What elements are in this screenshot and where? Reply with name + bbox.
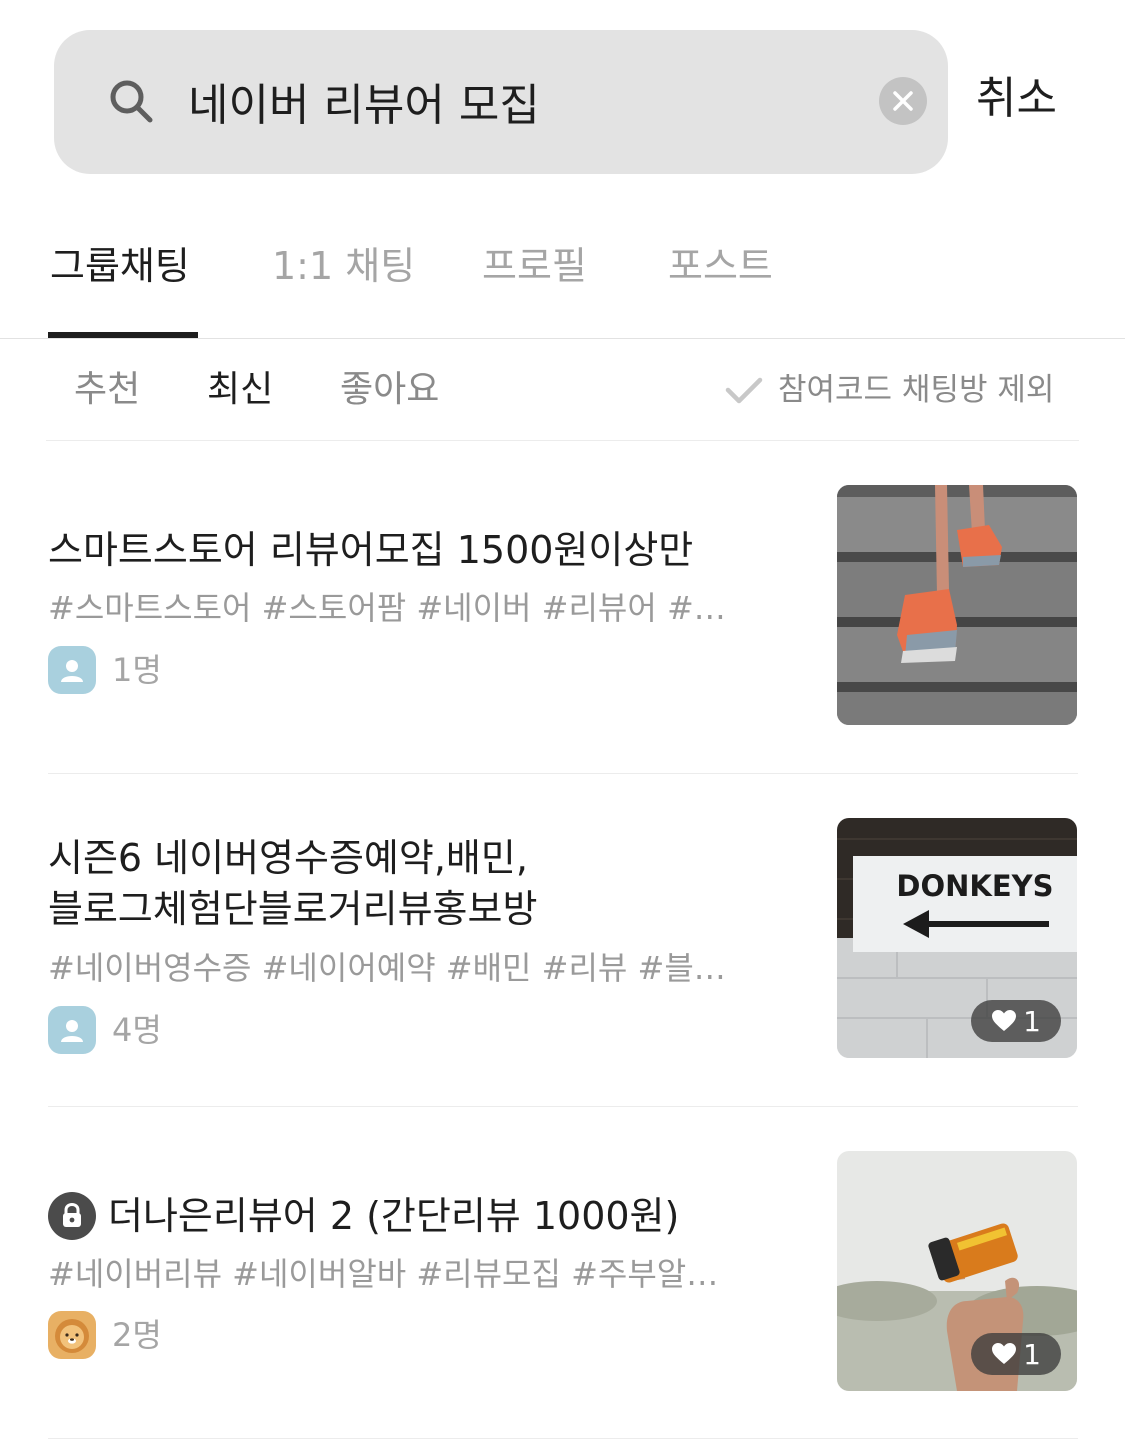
avatar (48, 646, 96, 694)
sort-likes[interactable]: 좋아요 (340, 362, 439, 418)
chatroom-thumbnail (837, 485, 1077, 725)
tab-profile[interactable]: 프로필 (482, 236, 587, 296)
member-count: 2명 (112, 1316, 162, 1354)
item-divider (48, 773, 1078, 774)
item-divider (48, 1106, 1078, 1107)
sign-text: DONKEYS (896, 869, 1053, 903)
member-count: 1명 (112, 651, 162, 689)
tab-group-chat[interactable]: 그룹채팅 (50, 236, 190, 296)
heart-icon (992, 1343, 1017, 1364)
tab-one-to-one-chat[interactable]: 1:1 채팅 (272, 236, 415, 296)
lock-icon (48, 1192, 96, 1240)
chatroom-tags: #네이버영수증 #네이어예약 #배민 #리뷰 #블… (48, 949, 726, 987)
chatroom-title: 더나은리뷰어 2 (간단리뷰 1000원) (108, 1194, 680, 1238)
sort-recommended[interactable]: 추천 (74, 362, 140, 418)
avatar (48, 1311, 96, 1359)
close-icon (893, 91, 913, 111)
item-divider (48, 1438, 1078, 1439)
cancel-button[interactable]: 취소 (976, 66, 1076, 132)
like-count: 1 (1023, 1337, 1041, 1371)
like-badge: 1 (971, 1333, 1061, 1375)
search-input[interactable] (188, 66, 848, 136)
chatroom-title-line-1: 시즌6 네이버영수증예약,배민, (48, 836, 528, 880)
exclude-code-rooms-label: 참여코드 채팅방 제외 (778, 372, 1055, 408)
person-icon (61, 660, 83, 682)
clear-search-button[interactable] (879, 77, 927, 125)
member-count: 4명 (112, 1011, 162, 1049)
heart-icon (992, 1010, 1017, 1031)
chatroom-title: 스마트스토어 리뷰어모집 1500원이상만 (48, 528, 694, 572)
like-count: 1 (1023, 1004, 1041, 1038)
tabs-divider (0, 338, 1125, 339)
checkmark-icon (725, 377, 763, 404)
sort-latest[interactable]: 최신 (207, 362, 273, 418)
like-badge: 1 (971, 1000, 1061, 1042)
tab-post[interactable]: 포스트 (668, 236, 773, 296)
person-icon (61, 1020, 83, 1042)
avatar (48, 1006, 96, 1054)
exclude-code-rooms-toggle[interactable]: 참여코드 채팅방 제외 (724, 366, 1054, 414)
chatroom-tags: #네이버리뷰 #네이버알바 #리뷰모집 #주부알… (48, 1255, 719, 1293)
chatroom-title-line-2: 블로그체험단블로거리뷰홍보방 (48, 887, 538, 931)
sort-divider (46, 440, 1079, 441)
lion-icon (55, 1319, 89, 1353)
chatroom-thumbnail: 1 (837, 1151, 1077, 1391)
chatroom-thumbnail: DONKEYS 1 (837, 818, 1077, 1058)
search-icon (110, 80, 153, 123)
chatroom-tags: #스마트스토어 #스토어팜 #네이버 #리뷰어 #… (48, 589, 726, 627)
